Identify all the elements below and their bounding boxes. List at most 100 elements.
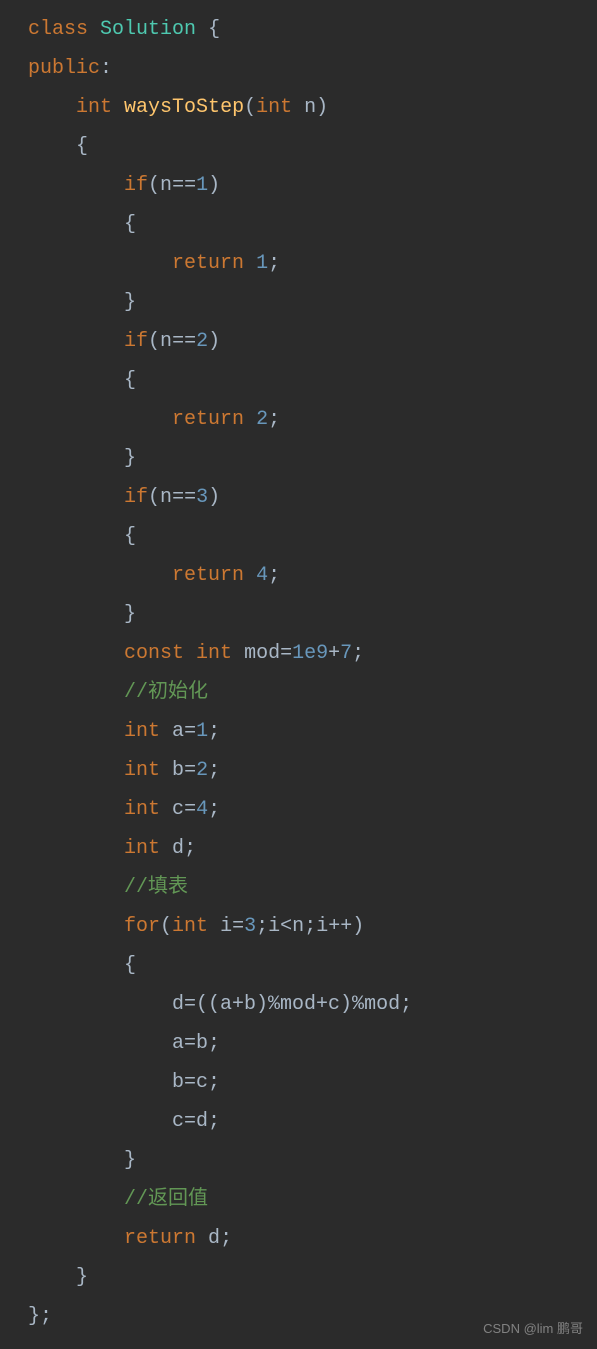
indent [28,369,124,392]
code-line: d=((a+b)%mod+c)%mod; [28,985,597,1024]
variable: d [172,837,184,860]
param-name: n [304,96,316,119]
indent [28,486,124,509]
brace: { [208,18,220,41]
expression: c=d; [172,1110,220,1133]
semicolon: ; [220,1227,232,1250]
code-line: return d; [28,1219,597,1258]
code-line: c=d; [28,1102,597,1141]
code-line: //返回值 [28,1180,597,1219]
semicolon: ; [208,720,220,743]
semicolon: ; [256,915,268,938]
semicolon: ; [208,798,220,821]
indent [28,174,124,197]
code-line: return 1; [28,244,597,283]
indent [28,252,172,275]
type: int [124,798,160,821]
function-name: waysToStep [124,96,244,119]
code-line: } [28,1258,597,1297]
variable: n [160,330,172,353]
code-line: } [28,439,597,478]
code-line: int waysToStep(int n) [28,88,597,127]
code-line: //初始化 [28,673,597,712]
indent [28,876,124,899]
code-line: } [28,283,597,322]
code-line: { [28,205,597,244]
variable: i [268,915,280,938]
if-keyword: if [124,174,148,197]
number: 2 [196,759,208,782]
param-type: int [256,96,292,119]
variable: i [220,915,232,938]
semicolon: ; [208,759,220,782]
semicolon: ; [352,642,364,665]
code-line: { [28,127,597,166]
number: 1 [196,720,208,743]
code-line: //填表 [28,868,597,907]
variable: b [172,759,184,782]
brace: { [124,369,136,392]
semicolon: ; [268,564,280,587]
type: int [124,837,160,860]
number: 1 [196,174,208,197]
if-keyword: if [124,486,148,509]
variable: n [160,174,172,197]
indent [28,798,124,821]
indent [28,1149,124,1172]
return-keyword: return [172,252,244,275]
class-keyword: class [28,18,88,41]
indent [28,291,124,314]
code-line: { [28,361,597,400]
code-line: return 2; [28,400,597,439]
comment: //填表 [124,876,188,899]
type: int [124,720,160,743]
expression: a=b; [172,1032,220,1055]
indent [28,330,124,353]
indent [28,954,124,977]
type: int [196,642,232,665]
indent [28,837,124,860]
code-line: const int mod=1e9+7; [28,634,597,673]
code-line: int b=2; [28,751,597,790]
lparen: ( [148,330,160,353]
brace: { [124,525,136,548]
colon: : [100,57,112,80]
for-keyword: for [124,915,160,938]
code-line: int d; [28,829,597,868]
brace: { [124,213,136,236]
operator: = [232,915,244,938]
code-line: int c=4; [28,790,597,829]
expression: b=c; [172,1071,220,1094]
operator: < [280,915,292,938]
code-line: int a=1; [28,712,597,751]
indent [28,1266,76,1289]
variable: c [172,798,184,821]
operator: == [172,330,196,353]
rparen: ) [316,96,328,119]
indent [28,135,76,158]
lparen: ( [244,96,256,119]
code-line: a=b; [28,1024,597,1063]
indent [28,603,124,626]
indent [28,1071,172,1094]
number: 3 [244,915,256,938]
code-line: { [28,517,597,556]
return-keyword: return [124,1227,196,1250]
type: int [172,915,208,938]
variable: n [160,486,172,509]
code-line: } [28,1141,597,1180]
indent [28,915,124,938]
comment: //返回值 [124,1188,208,1211]
return-keyword: return [172,408,244,431]
number: 2 [256,408,268,431]
code-block: class Solution { public: int waysToStep(… [28,10,597,1336]
semicolon: ; [268,408,280,431]
indent [28,1188,124,1211]
indent [28,564,172,587]
watermark: CSDN @lim 鹏哥 [483,1316,583,1341]
return-keyword: return [172,564,244,587]
brace: } [124,291,136,314]
type: int [124,759,160,782]
code-line: { [28,946,597,985]
indent [28,1110,172,1133]
